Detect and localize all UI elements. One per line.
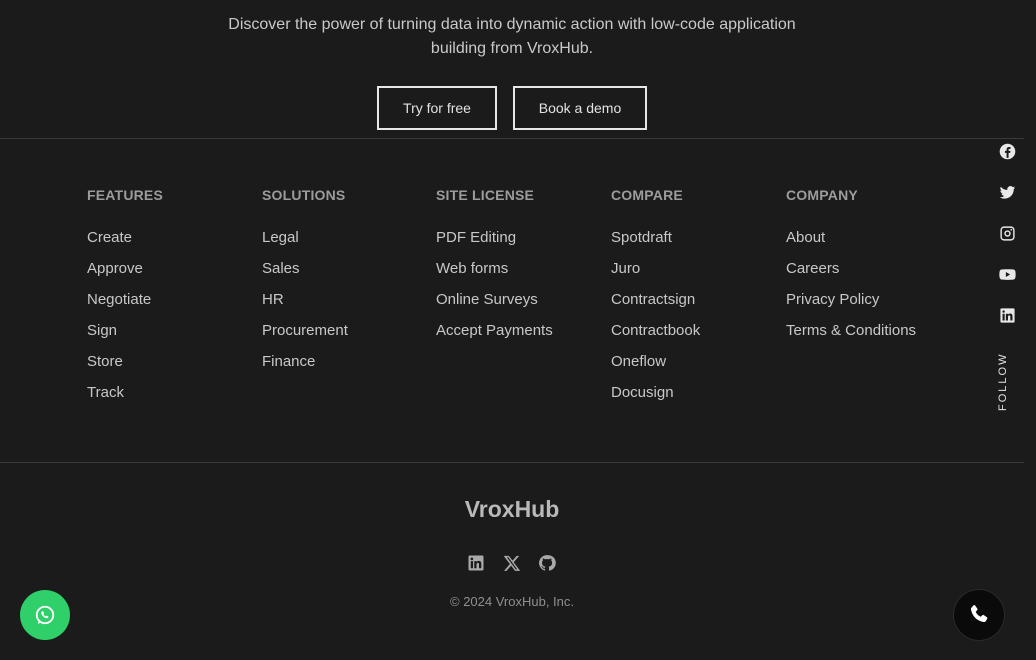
footer-link-juro[interactable]: Juro — [611, 253, 700, 284]
divider-bottom — [0, 462, 1024, 463]
footer-link-hr[interactable]: HR — [262, 284, 348, 315]
book-demo-button[interactable]: Book a demo — [513, 86, 647, 130]
footer-link-store[interactable]: Store — [87, 346, 163, 377]
column-site-license: SITE LICENSE PDF Editing Web forms Onlin… — [436, 186, 553, 346]
facebook-icon[interactable] — [994, 140, 1020, 162]
follow-label: FOLLOW — [997, 352, 1009, 412]
whatsapp-chat-button[interactable] — [20, 590, 70, 640]
linkedin-icon[interactable] — [464, 551, 488, 575]
github-icon[interactable] — [535, 551, 559, 575]
footer-link-contractsign[interactable]: Contractsign — [611, 284, 700, 315]
divider-top — [0, 138, 1024, 139]
column-features: FEATURES Create Approve Negotiate Sign S… — [87, 186, 163, 408]
footer-link-finance[interactable]: Finance — [262, 346, 348, 377]
footer-link-about[interactable]: About — [786, 222, 916, 253]
footer-link-sales[interactable]: Sales — [262, 253, 348, 284]
column-solutions: SOLUTIONS Legal Sales HR Procurement Fin… — [262, 186, 348, 377]
footer-link-oneflow[interactable]: Oneflow — [611, 346, 700, 377]
footer-link-legal[interactable]: Legal — [262, 222, 348, 253]
footer-link-web-forms[interactable]: Web forms — [436, 253, 553, 284]
linkedin-icon[interactable] — [994, 304, 1020, 326]
footer-link-docusign[interactable]: Docusign — [611, 377, 700, 408]
call-button[interactable] — [954, 590, 1004, 640]
footer-link-online-surveys[interactable]: Online Surveys — [436, 284, 553, 315]
footer-link-sign[interactable]: Sign — [87, 315, 163, 346]
footer-link-negotiate[interactable]: Negotiate — [87, 284, 163, 315]
hero-tagline: Discover the power of turning data into … — [228, 16, 796, 57]
twitter-icon[interactable] — [994, 181, 1020, 203]
footer-link-terms-conditions[interactable]: Terms & Conditions — [786, 315, 916, 346]
footer-link-pdf-editing[interactable]: PDF Editing — [436, 222, 553, 253]
footer-link-spotdraft[interactable]: Spotdraft — [611, 222, 700, 253]
column-compare: COMPARE Spotdraft Juro Contractsign Cont… — [611, 186, 700, 408]
column-title: COMPANY — [786, 187, 858, 203]
footer-link-procurement[interactable]: Procurement — [262, 315, 348, 346]
footer-brand[interactable]: VroxHub — [412, 496, 612, 523]
footer-link-careers[interactable]: Careers — [786, 253, 916, 284]
copyright-text: © 2024 VroxHub, Inc. — [450, 594, 574, 609]
footer-link-create[interactable]: Create — [87, 222, 163, 253]
cta-row: Try for free Book a demo — [0, 86, 1024, 130]
phone-icon — [970, 605, 988, 623]
youtube-icon[interactable] — [994, 263, 1020, 285]
footer-social-icons — [462, 551, 562, 575]
column-title: FEATURES — [87, 187, 164, 203]
x-icon[interactable] — [500, 551, 524, 575]
column-title: COMPARE — [611, 187, 683, 203]
column-title: SITE LICENSE — [436, 187, 535, 203]
footer-link-accept-payments[interactable]: Accept Payments — [436, 315, 553, 346]
instagram-icon[interactable] — [994, 222, 1020, 244]
footer-link-approve[interactable]: Approve — [87, 253, 163, 284]
whatsapp-icon — [35, 605, 55, 625]
footer-link-track[interactable]: Track — [87, 377, 163, 408]
footer-link-privacy-policy[interactable]: Privacy Policy — [786, 284, 916, 315]
footer-page: Discover the power of turning data into … — [0, 0, 1036, 660]
try-for-free-button[interactable]: Try for free — [377, 86, 497, 130]
footer-link-contractbook[interactable]: Contractbook — [611, 315, 700, 346]
column-company: COMPANY About Careers Privacy Policy Ter… — [786, 186, 916, 346]
column-title: SOLUTIONS — [262, 187, 346, 203]
